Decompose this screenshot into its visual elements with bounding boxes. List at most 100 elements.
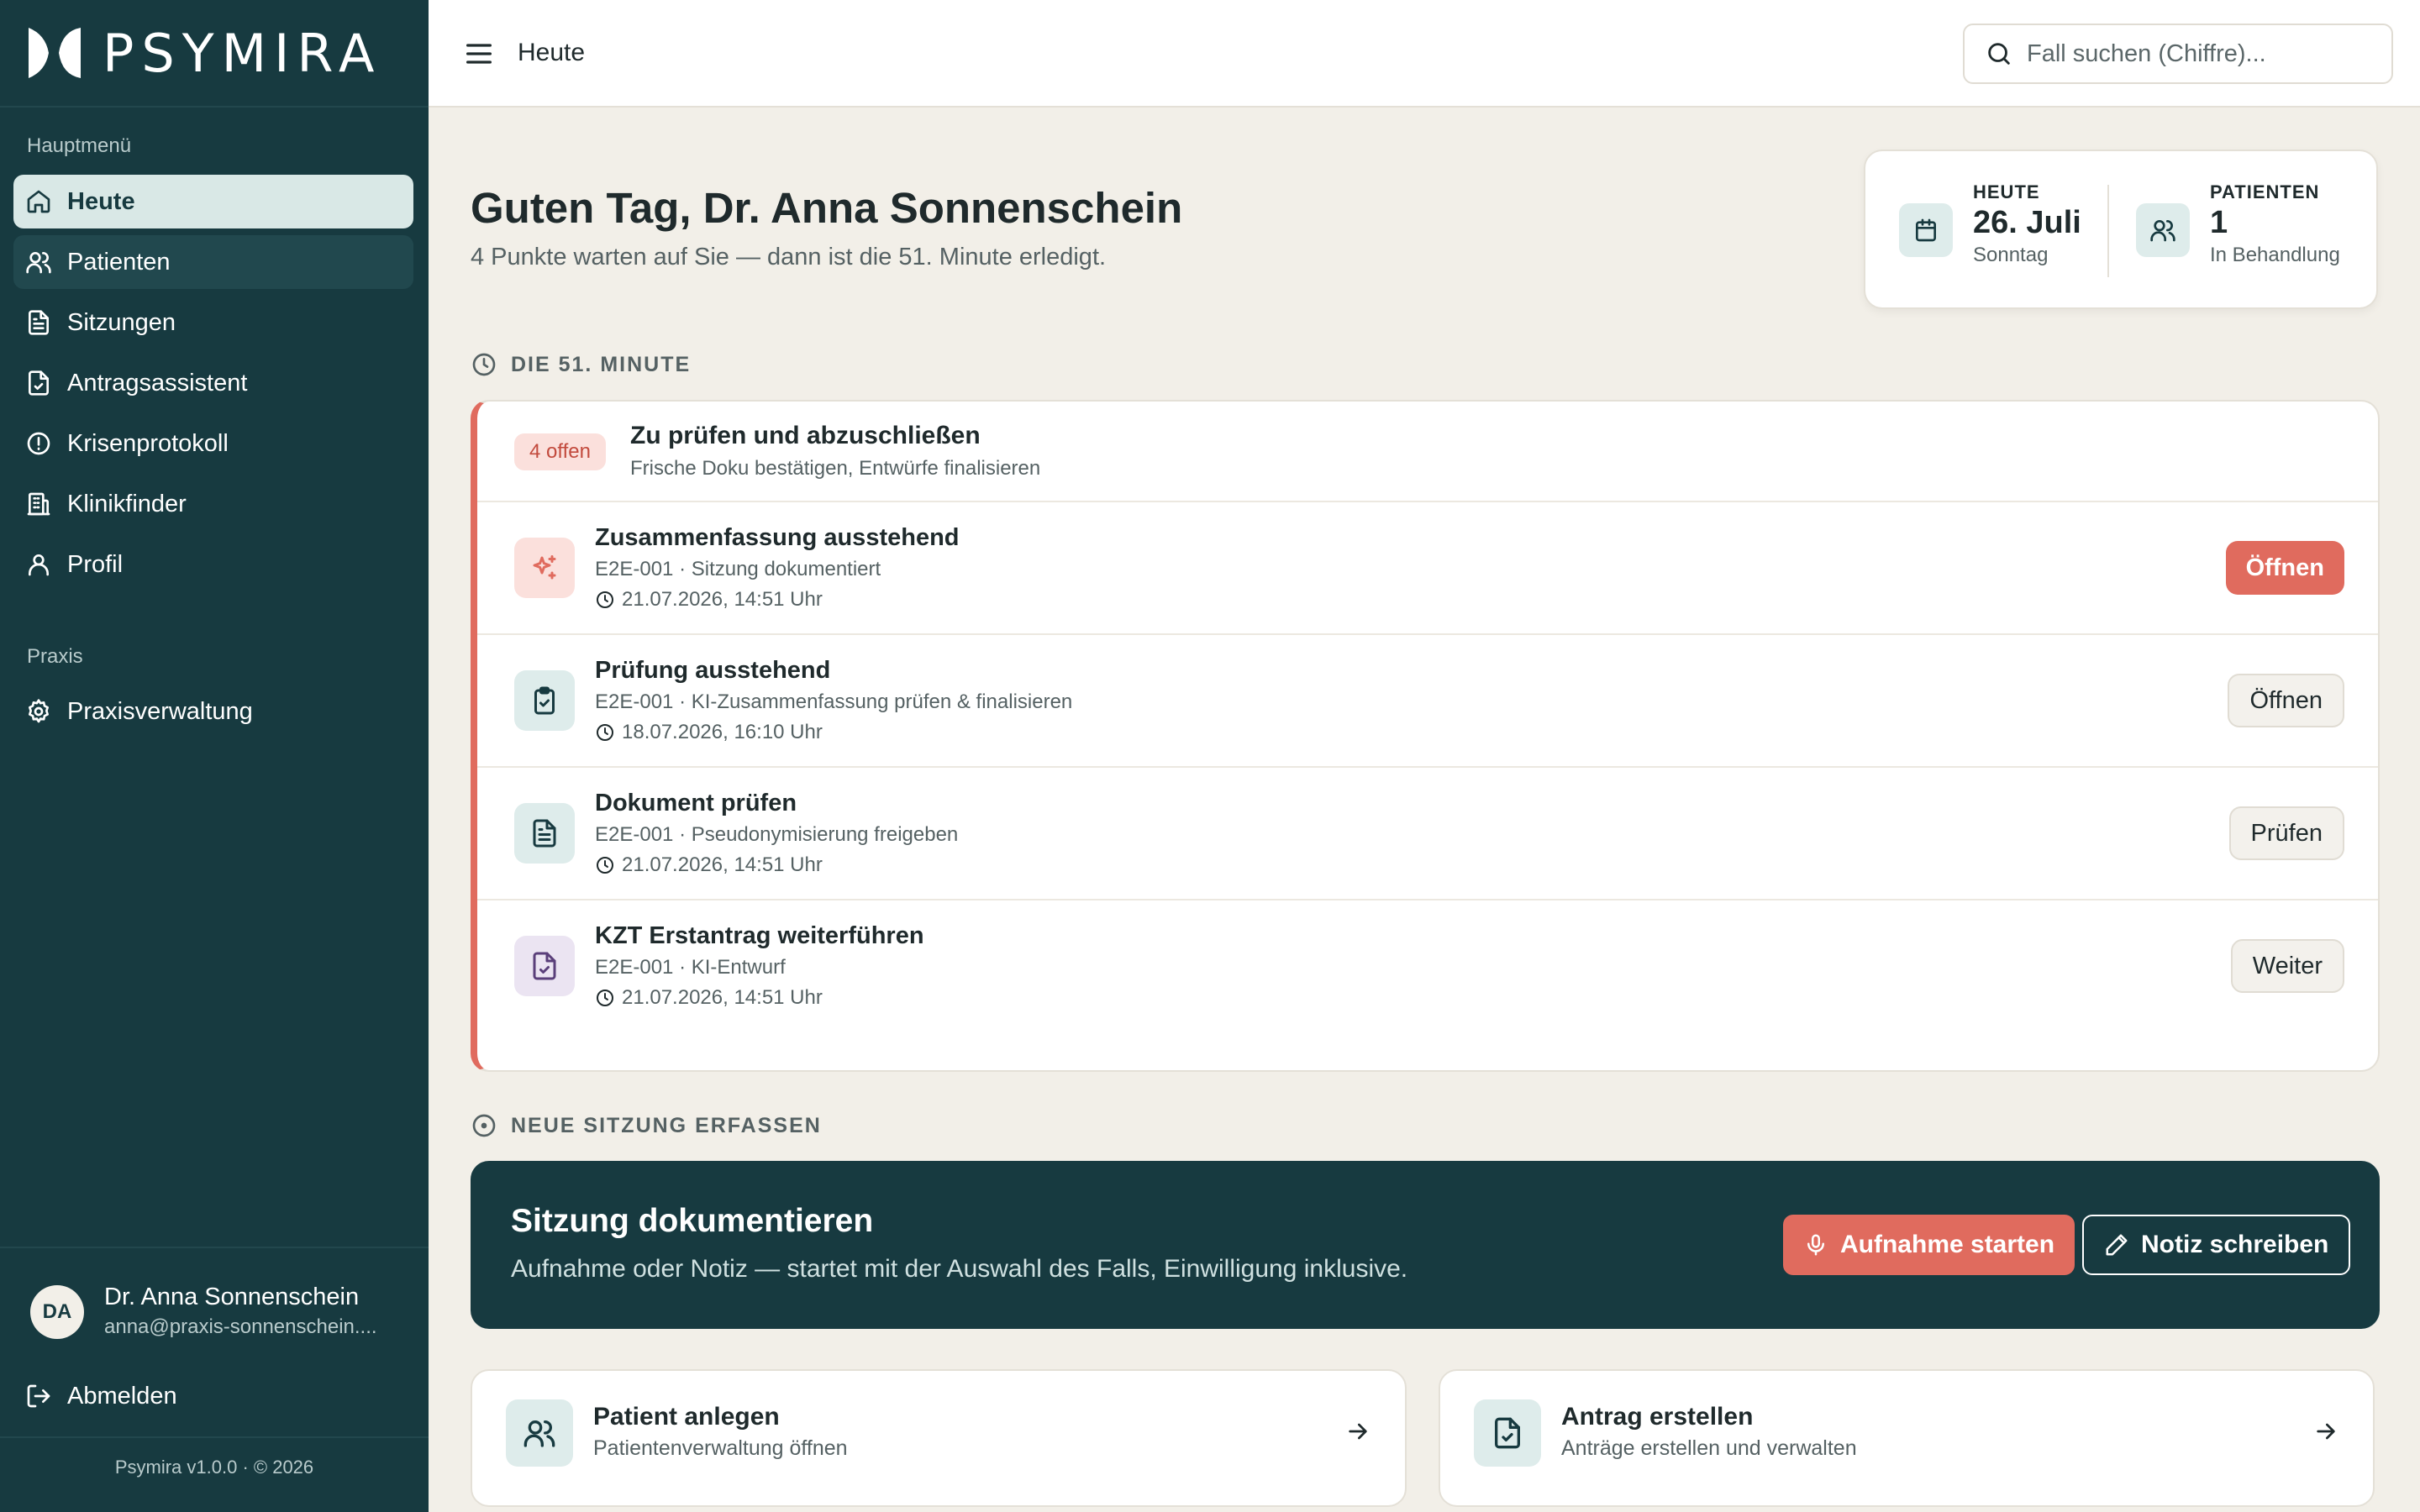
open-count-badge: 4 offen <box>514 433 606 470</box>
task-time-label: 21.07.2026, 14:51 Uhr <box>622 853 823 876</box>
task-meta: E2E-001 · KI-Entwurf <box>595 956 786 979</box>
users-icon <box>523 1420 555 1447</box>
clock-icon <box>597 591 613 608</box>
task-icon-box <box>514 538 575 598</box>
task-time: 18.07.2026, 16:10 Uhr <box>595 721 823 744</box>
sidebar: PSYMIRA Hauptmenü Heute Patienten Sitzun… <box>0 0 429 1512</box>
quick-action-subtitle: Patientenverwaltung öffnen <box>593 1436 848 1460</box>
sidebar-item-krisenprotokoll[interactable]: Krisenprotokoll <box>13 417 413 470</box>
file-check-icon <box>29 370 49 396</box>
top-bar: Heute <box>429 0 2420 108</box>
write-note-label: Notiz schreiben <box>2141 1231 2329 1258</box>
page-title: Heute <box>518 39 586 66</box>
task-meta: E2E-001 · Pseudonymisierung freigeben <box>595 823 959 846</box>
task-meta: E2E-001 · Sitzung dokumentiert <box>595 558 881 580</box>
tasks-header-title: Zu prüfen und abzuschließen <box>630 422 981 449</box>
sidebar-item-label: Sitzungen <box>67 308 176 336</box>
stat-today-icon-box <box>1899 203 1953 257</box>
task-title: Dokument prüfen <box>595 790 797 816</box>
sidebar-item-label: Heute <box>67 187 135 215</box>
sidebar-item-label: Krisenprotokoll <box>67 429 229 457</box>
users-icon <box>2150 220 2175 242</box>
task-time: 21.07.2026, 14:51 Uhr <box>595 588 823 612</box>
sidebar-item-antragsassistent[interactable]: Antragsassistent <box>13 356 413 410</box>
sidebar-item-label: Antragsassistent <box>67 369 248 396</box>
session-section-header: NEUE SITZUNG ERFASSEN <box>471 1112 822 1139</box>
greeting-subtitle: 4 Punkte warten auf Sie — dann ist die 5… <box>471 244 1107 270</box>
search-box[interactable] <box>1963 24 2393 84</box>
task-meta: E2E-001 · KI-Zusammenfassung prüfen & fi… <box>595 690 1073 713</box>
file-check-icon <box>533 952 556 980</box>
pending-tasks-card: 4 offen Zu prüfen und abzuschließen Fris… <box>471 400 2380 1072</box>
brand-name: PSYMIRA <box>103 22 382 84</box>
tasks-header-subtitle: Frische Doku bestätigen, Entwürfe finali… <box>630 457 1041 480</box>
stat-patients-sub: In Behandlung <box>2210 244 2340 266</box>
app-version: Psymira v1.0.0 · © 2026 <box>0 1436 429 1478</box>
sidebar-item-praxisverwaltung[interactable]: Praxisverwaltung <box>13 685 413 738</box>
task-icon-box <box>514 670 575 731</box>
hamburger-menu-icon[interactable] <box>462 37 496 71</box>
sidebar-item-heute[interactable]: Heute <box>13 175 413 228</box>
alert-circle-icon <box>27 432 50 455</box>
sidebar-item-klinikfinder[interactable]: Klinikfinder <box>13 477 413 531</box>
task-row: Zusammenfassung ausstehend E2E-001 · Sit… <box>477 502 2378 635</box>
brand-logo[interactable]: PSYMIRA <box>0 0 429 108</box>
start-recording-button[interactable]: Aufnahme starten <box>1783 1215 2075 1275</box>
task-time-label: 21.07.2026, 14:51 Uhr <box>622 588 823 611</box>
stats-divider <box>2107 185 2109 277</box>
quick-action-icon-box <box>1474 1399 1541 1467</box>
document-icon <box>533 819 556 848</box>
open-review-button[interactable]: Öffnen <box>2228 674 2344 727</box>
stat-today-value: 26. Juli <box>1973 205 2081 240</box>
logout-icon <box>27 1384 50 1408</box>
review-document-button[interactable]: Prüfen <box>2228 806 2344 860</box>
clock-icon <box>472 353 496 376</box>
search-input[interactable] <box>2027 39 2380 68</box>
stat-patients-label: PATIENTEN <box>2210 181 2320 202</box>
task-row: Dokument prüfen E2E-001 · Pseudonymisier… <box>477 768 2378 900</box>
sidebar-item-label: Patienten <box>67 248 171 276</box>
sidebar-item-patienten[interactable]: Patienten <box>13 235 413 289</box>
sidebar-item-label: Klinikfinder <box>67 490 187 517</box>
quick-action-title: Antrag erstellen <box>1561 1403 1754 1431</box>
pencil-icon <box>2106 1234 2128 1256</box>
open-summary-button[interactable]: Öffnen <box>2225 541 2344 595</box>
quick-action-subtitle: Anträge erstellen und verwalten <box>1561 1436 1857 1460</box>
task-time-label: 21.07.2026, 14:51 Uhr <box>622 986 823 1009</box>
task-time: 21.07.2026, 14:51 Uhr <box>595 986 823 1010</box>
file-check-icon <box>1495 1417 1520 1449</box>
quick-action-create-application[interactable]: Antrag erstellen Anträge erstellen und v… <box>1439 1369 2375 1507</box>
task-title: Zusammenfassung ausstehend <box>595 524 960 551</box>
stat-today-sub: Sonntag <box>1973 244 2049 266</box>
stats-card: HEUTE 26. Juli Sonntag PATIENTEN 1 In Be… <box>1864 150 2378 309</box>
search-icon <box>1988 43 2010 65</box>
avatar[interactable]: DA <box>30 1285 84 1339</box>
task-title: Prüfung ausstehend <box>595 657 831 684</box>
sidebar-item-sitzungen[interactable]: Sitzungen <box>13 296 413 349</box>
quick-action-add-patient[interactable]: Patient anlegen Patientenverwaltung öffn… <box>471 1369 1407 1507</box>
gear-icon <box>29 699 49 723</box>
session-section-title: NEUE SITZUNG ERFASSEN <box>511 1113 822 1137</box>
sparkles-icon <box>533 555 556 580</box>
home-icon <box>27 190 50 213</box>
sidebar-item-profil[interactable]: Profil <box>13 538 413 591</box>
user-panel: DA Dr. Anna Sonnenschein anna@praxis-son… <box>0 1247 429 1512</box>
task-time-label: 18.07.2026, 16:10 Uhr <box>622 721 823 743</box>
clock-icon <box>597 857 613 874</box>
task-icon-box <box>514 803 575 864</box>
logout-button[interactable]: Abmelden <box>13 1369 413 1423</box>
main-menu-title: Hauptmenü <box>27 134 132 157</box>
stat-today-label: HEUTE <box>1973 181 2040 202</box>
clock-icon <box>597 724 613 741</box>
psymira-logo-icon <box>29 28 81 78</box>
practice-section-title: Praxis <box>27 645 83 668</box>
continue-application-button[interactable]: Weiter <box>2230 939 2344 993</box>
sidebar-item-label: Praxisverwaltung <box>67 697 253 725</box>
task-time: 21.07.2026, 14:51 Uhr <box>595 853 823 877</box>
write-note-button[interactable]: Notiz schreiben <box>2082 1215 2351 1275</box>
task-row: Prüfung ausstehend E2E-001 · KI-Zusammen… <box>477 635 2378 768</box>
quick-action-icon-box <box>506 1399 573 1467</box>
session-banner-subtitle: Aufnahme oder Notiz — startet mit der Au… <box>511 1255 1408 1283</box>
users-icon <box>26 252 51 274</box>
building-icon <box>27 492 50 516</box>
